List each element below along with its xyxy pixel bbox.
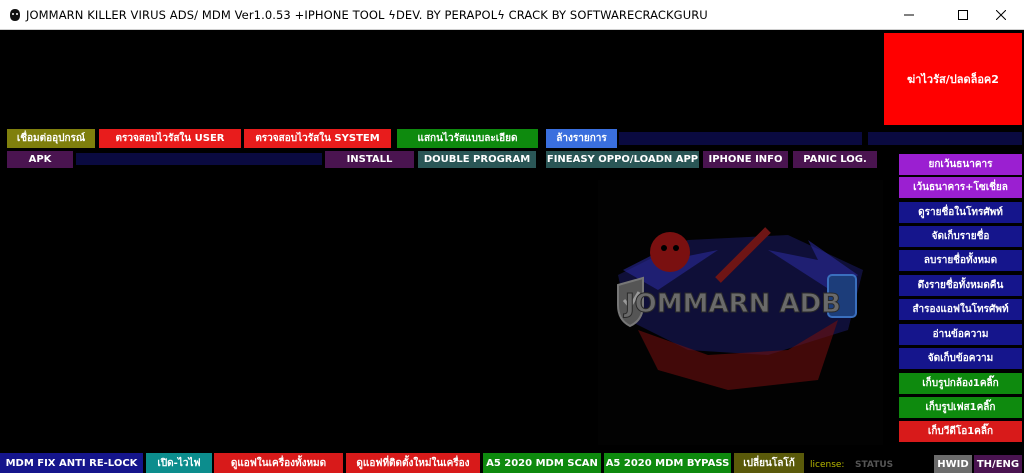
a5-mdm-bypass-button[interactable]: A5 2020 MDM BYPASS [604, 453, 731, 473]
save-contacts-button[interactable]: จัดเก็บรายชื่อ [899, 226, 1022, 247]
iphone-info-button[interactable]: IPHONE INFO [703, 151, 788, 168]
save-videos-button[interactable]: เก็บวีดีโอ1คลิ๊ก [899, 421, 1022, 442]
change-logo-button[interactable]: เปลี่ยนโลโก้ [734, 453, 804, 473]
minimize-button[interactable] [886, 0, 932, 30]
progress-bar-1 [619, 132, 862, 145]
logo-text: JOMMARN ADB [623, 289, 841, 319]
jommarn-logo: JOMMARN ADB [617, 227, 863, 390]
panic-log-button[interactable]: PANIC LOG. [793, 151, 877, 168]
new-apps-button[interactable]: ดูแอฟที่ติดตั้งใหม่ในเครื่อง [346, 453, 480, 473]
connect-device-button[interactable]: เชื่อมต่ออุปกรณ์ [7, 129, 95, 148]
a5-mdm-scan-button[interactable]: A5 2020 MDM SCAN [483, 453, 601, 473]
deep-scan-button[interactable]: แสกนไวรัสแบบละเอียด [397, 129, 538, 148]
restore-contacts-button[interactable]: ดึงรายชื่อทั้งหมดคืน [899, 275, 1022, 296]
title-bar: JOMMARN KILLER VIRUS ADS/ MDM Ver1.0.53 … [0, 0, 1024, 30]
progress-bar-2 [868, 132, 1022, 145]
wifi-button[interactable]: เปิด-ไวไฟ [146, 453, 212, 473]
read-messages-button[interactable]: อ่านข้อความ [899, 324, 1022, 345]
backup-apps-button[interactable]: สำรองแอฟในโทรศัพท์ [899, 299, 1022, 320]
license-label: license: [810, 460, 845, 470]
delete-contacts-button[interactable]: ลบรายชื่อทั้งหมด [899, 250, 1022, 271]
close-icon [996, 10, 1006, 20]
fineasy-oppo-button[interactable]: FINEASY OPPO/LOADN APP [546, 151, 699, 168]
language-toggle-button[interactable]: TH/ENG [974, 455, 1022, 473]
virus-icon [650, 232, 690, 272]
kill-virus-unlock-button[interactable]: ฆ่าไวรัส/ปลดล็อค2 [884, 33, 1022, 125]
hwid-button[interactable]: HWID [934, 455, 972, 473]
status-text: STATUS [855, 460, 894, 470]
logo-panel: JOMMARN ADB [598, 180, 883, 445]
view-contacts-button[interactable]: ดูรายชื่อในโทรศัพท์ [899, 202, 1022, 223]
install-button[interactable]: INSTALL [325, 151, 414, 168]
save-facebook-photos-button[interactable]: เก็บรูปเฟส1คลิ๊ก [899, 397, 1022, 418]
save-camera-photos-button[interactable]: เก็บรูปกล้อง1คลิ๊ก [899, 373, 1022, 394]
close-button[interactable] [978, 0, 1024, 30]
save-messages-button[interactable]: จัดเก็บข้อความ [899, 348, 1022, 369]
clear-list-button[interactable]: ล้างรายการ [546, 129, 617, 148]
minimize-icon [904, 14, 914, 16]
apk-path-field[interactable] [76, 153, 322, 165]
all-apps-button[interactable]: ดูแอฟในเครื่องทั้งหมด [214, 453, 343, 473]
double-program-button[interactable]: DOUBLE PROGRAM [418, 151, 536, 168]
mdm-fix-button[interactable]: MDM FIX ANTI RE-LOCK [0, 453, 143, 473]
maximize-icon [958, 10, 968, 20]
scan-system-button[interactable]: ตรวจสอบไวรัสใน SYSTEM [244, 129, 391, 148]
apk-button[interactable]: APK [7, 151, 73, 168]
window-title: JOMMARN KILLER VIRUS ADS/ MDM Ver1.0.53 … [26, 8, 708, 22]
except-bank-button[interactable]: ยกเว้นธนาคาร [899, 154, 1022, 175]
app-icon [10, 9, 20, 21]
scan-user-button[interactable]: ตรวจสอบไวรัสใน USER [99, 129, 241, 148]
except-bank-social-button[interactable]: เว้นธนาคาร+โซเชี่ยล [899, 177, 1022, 198]
